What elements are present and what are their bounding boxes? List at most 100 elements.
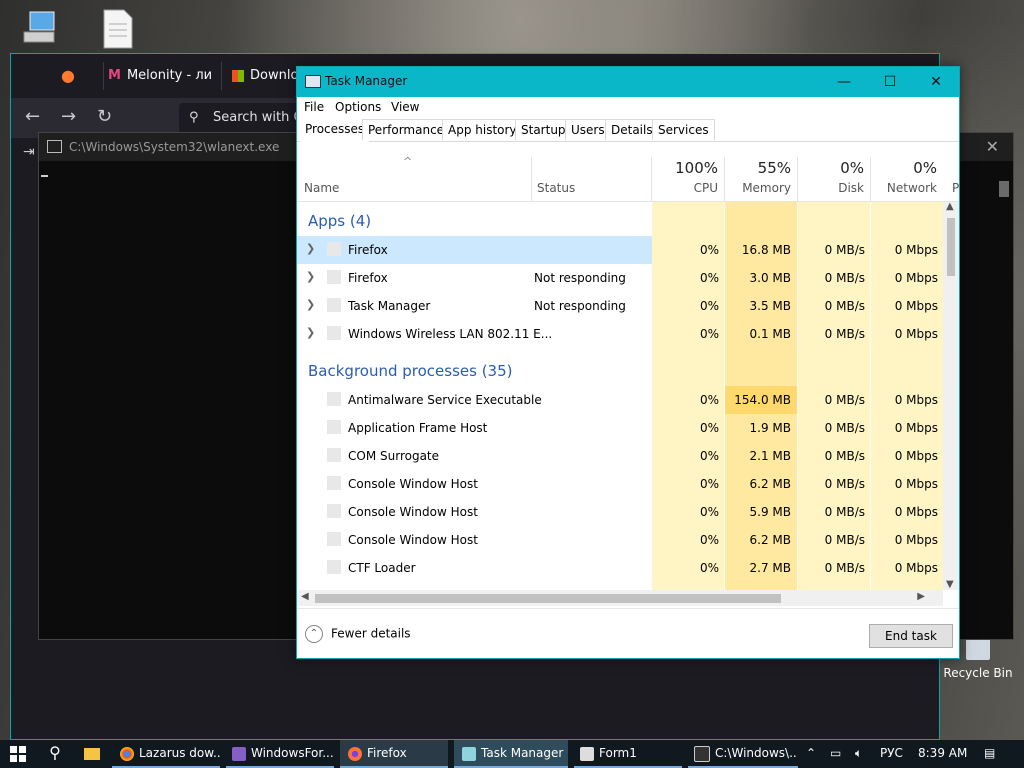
scroll-left-icon[interactable]: ◀ <box>301 591 309 602</box>
table-row[interactable]: ❯ Firefox Not responding 0% 3.0 MB 0 MB/… <box>297 264 943 292</box>
process-icon <box>327 476 341 490</box>
browser-tab-label: Downloac <box>250 68 302 83</box>
end-task-button[interactable]: End task <box>869 624 953 648</box>
column-cpu[interactable]: 100% CPU <box>652 157 724 201</box>
file-explorer-button[interactable] <box>74 740 110 768</box>
taskbar-item-lazarus[interactable]: Lazarus dow... <box>112 740 220 768</box>
table-row[interactable]: ❯ Firefox 0% 16.8 MB 0 MB/s 0 Mbps <box>297 236 943 264</box>
process-disk: 0 MB/s <box>824 505 865 519</box>
console-scroll-thumb[interactable] <box>999 181 1009 197</box>
firefox-tab-icon[interactable]: ● <box>61 62 75 90</box>
network-icon[interactable]: ▭ <box>830 740 841 768</box>
column-name[interactable]: Name <box>304 181 339 195</box>
expand-chevron-icon[interactable]: ❯ <box>306 242 315 255</box>
form-icon <box>580 746 594 761</box>
chevron-up-icon: ⌃ <box>305 625 323 643</box>
browser-tab-download[interactable]: Downloac <box>221 62 302 90</box>
reload-icon[interactable]: ↻ <box>97 106 112 127</box>
task-manager-titlebar[interactable]: Task Manager — ☐ ✕ <box>297 67 959 97</box>
table-row[interactable]: ❯ Task Manager Not responding 0% 3.5 MB … <box>297 292 943 320</box>
table-row[interactable]: Console Window Host 0% 6.2 MB 0 MB/s 0 M… <box>297 470 943 498</box>
menu-view[interactable]: View <box>391 100 419 114</box>
tab-details[interactable]: Details <box>605 119 659 140</box>
cpu-label: CPU <box>693 181 718 195</box>
taskbar-search-button[interactable]: ⚲ <box>36 740 74 768</box>
search-placeholder: Search with G <box>213 110 299 125</box>
tab-performance[interactable]: Performance <box>362 119 451 140</box>
process-cpu: 0% <box>699 271 719 285</box>
clock[interactable]: 8:39 AM <box>918 740 967 768</box>
process-disk: 0 MB/s <box>824 449 865 463</box>
forward-icon[interactable]: → <box>61 106 76 127</box>
horizontal-scroll-thumb[interactable] <box>315 594 781 603</box>
table-row[interactable]: COM Surrogate 0% 2.1 MB 0 MB/s 0 Mbps <box>297 442 943 470</box>
process-name: Windows Wireless LAN 802.11 E... <box>348 327 553 341</box>
scroll-right-icon[interactable]: ▶ <box>917 591 925 602</box>
folder-icon <box>84 747 100 760</box>
table-row[interactable]: Antimalware Service Executable 0% 154.0 … <box>297 386 943 414</box>
table-row[interactable]: Console Window Host 0% 6.2 MB 0 MB/s 0 M… <box>297 526 943 554</box>
process-network: 0 Mbps <box>894 243 938 257</box>
group-apps[interactable]: Apps (4) <box>308 212 371 230</box>
close-button[interactable]: ✕ <box>913 67 959 97</box>
tab-services[interactable]: Services <box>652 119 715 140</box>
maximize-button[interactable]: ☐ <box>867 67 913 97</box>
taskbar-item-label: Task Manager <box>481 746 564 760</box>
expand-chevron-icon[interactable]: ❯ <box>306 326 315 339</box>
console-scrollbar[interactable] <box>995 161 1013 639</box>
minimize-button[interactable]: — <box>821 67 867 97</box>
table-row[interactable]: Console Window Host 0% 5.9 MB 0 MB/s 0 M… <box>297 498 943 526</box>
menu-options[interactable]: Options <box>335 100 381 114</box>
taskbar-item-firefox[interactable]: Firefox <box>340 740 448 768</box>
tab-processes[interactable]: Processes <box>300 119 370 142</box>
table-row[interactable]: CTF Loader 0% 2.7 MB 0 MB/s 0 Mbps <box>297 554 943 582</box>
group-background-processes[interactable]: Background processes (35) <box>308 362 513 380</box>
column-separator[interactable] <box>531 157 532 201</box>
vertical-scroll-thumb[interactable] <box>947 218 955 276</box>
table-row[interactable]: Application Frame Host 0% 1.9 MB 0 MB/s … <box>297 414 943 442</box>
taskbar-item-form1[interactable]: Form1 <box>574 740 682 768</box>
table-row[interactable]: ❯ Windows Wireless LAN 802.11 E... 0% 0.… <box>297 320 943 348</box>
tab-users[interactable]: Users <box>565 119 611 140</box>
console-close-icon[interactable]: ✕ <box>986 133 999 161</box>
column-memory[interactable]: 55% Memory <box>725 157 797 201</box>
sort-arrow-icon: ^ <box>403 155 413 168</box>
tab-startup[interactable]: Startup <box>515 119 572 140</box>
app-icon <box>327 298 341 312</box>
back-icon[interactable]: ← <box>25 106 40 127</box>
document-icon[interactable] <box>96 8 140 52</box>
taskbar-item-windowsforms[interactable]: WindowsFor... <box>226 740 334 768</box>
melonity-icon: M <box>108 68 121 83</box>
column-disk[interactable]: 0% Disk <box>798 157 870 201</box>
browser-tab-melonity[interactable]: M Melonity - ли <box>103 62 222 90</box>
taskbar-item-task-manager[interactable]: Task Manager <box>454 740 568 768</box>
show-hidden-icons-icon[interactable]: ⌃ <box>806 740 816 768</box>
this-pc-icon[interactable] <box>18 8 62 52</box>
process-icon <box>327 392 341 406</box>
column-status[interactable]: Status <box>537 181 575 195</box>
scroll-up-icon[interactable]: ▲ <box>946 201 954 212</box>
column-network[interactable]: 0% Network <box>871 157 943 201</box>
language-indicator[interactable]: РУС <box>880 740 903 768</box>
task-manager-footer: ⌃ Fewer details End task <box>297 608 959 659</box>
process-cpu: 0% <box>699 243 719 257</box>
process-name: COM Surrogate <box>348 449 440 463</box>
process-disk: 0 MB/s <box>824 533 865 547</box>
vertical-scrollbar[interactable]: ▲ ▼ <box>943 201 959 590</box>
menu-file[interactable]: File <box>304 100 324 114</box>
fewer-details-button[interactable]: ⌃ Fewer details <box>305 625 411 643</box>
browser-search-input[interactable]: ⚲ Search with G <box>179 103 299 133</box>
sidebar-icon[interactable]: ⇥ <box>23 144 35 160</box>
scroll-down-icon[interactable]: ▼ <box>946 579 954 590</box>
notifications-icon[interactable]: ▤ <box>984 740 995 768</box>
column-power[interactable]: P <box>952 181 959 195</box>
taskbar-item-console[interactable]: C:\Windows\... <box>688 740 798 768</box>
volume-icon[interactable]: 🔈︎ <box>855 740 862 768</box>
start-button[interactable] <box>0 740 36 768</box>
tab-app-history[interactable]: App history <box>442 119 523 140</box>
expand-chevron-icon[interactable]: ❯ <box>306 298 315 311</box>
process-status: Not responding <box>534 299 626 313</box>
process-memory: 0.1 MB <box>749 327 791 341</box>
horizontal-scrollbar[interactable]: ◀ ▶ <box>297 590 943 606</box>
expand-chevron-icon[interactable]: ❯ <box>306 270 315 283</box>
